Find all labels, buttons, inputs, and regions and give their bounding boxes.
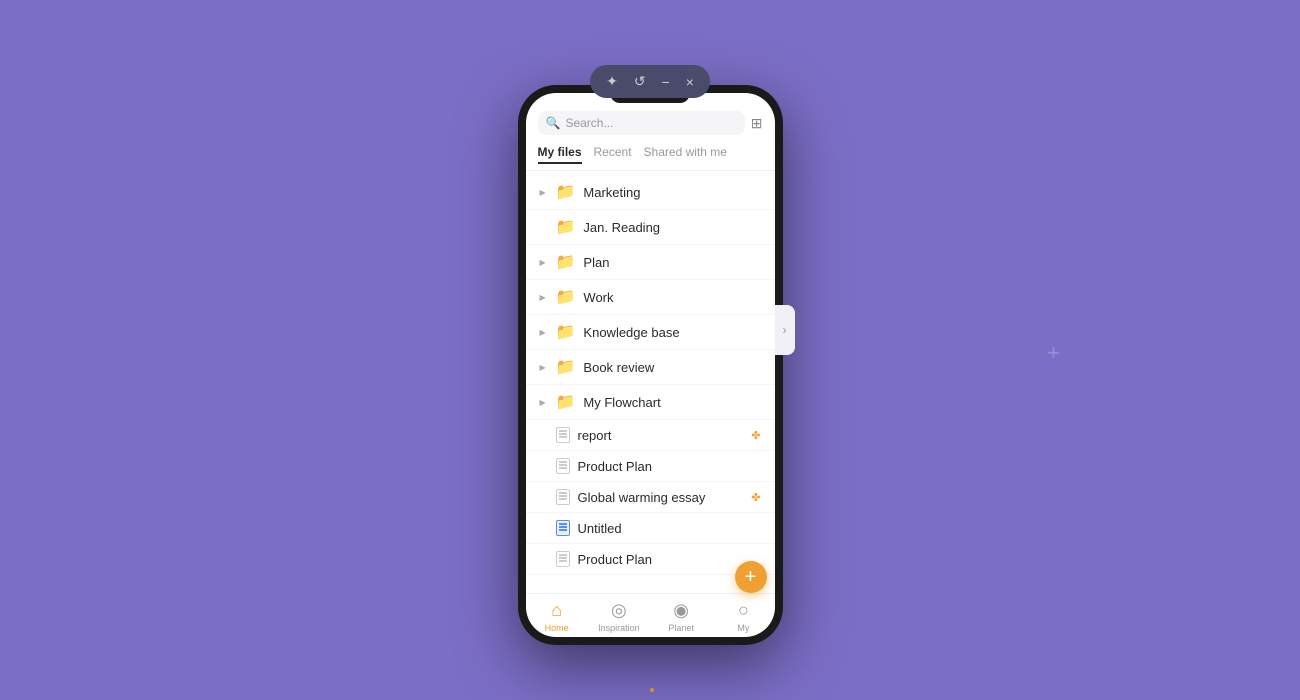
document-icon (556, 489, 570, 505)
list-item[interactable]: ▶ 📁 My Flowchart (526, 385, 775, 420)
nav-item-my[interactable]: ○ My (712, 600, 774, 633)
list-item[interactable]: Untitled (526, 513, 775, 544)
folder-icon: 📁 (556, 182, 576, 202)
file-name: Plan (583, 255, 760, 270)
minimize-icon[interactable]: − (662, 74, 670, 90)
history-icon[interactable]: ↺ (634, 73, 646, 90)
document-icon (556, 427, 570, 443)
home-icon: ⌂ (551, 600, 562, 621)
document-icon (556, 458, 570, 474)
list-item[interactable]: ▶ 📁 Marketing (526, 175, 775, 210)
chevron-icon: ▶ (540, 293, 548, 302)
file-name: My Flowchart (583, 395, 760, 410)
tab-recent[interactable]: Recent (594, 145, 632, 164)
inspiration-icon: ◎ (611, 600, 627, 621)
search-placeholder: Search... (565, 116, 613, 130)
phone-screen: 🔍 Search... ⊞ My files Recent Shared wit… (526, 93, 775, 637)
phone-frame: 🔍 Search... ⊞ My files Recent Shared wit… (518, 85, 783, 645)
side-handle[interactable]: › (775, 305, 795, 355)
sparkle-icon[interactable]: ✦ (606, 73, 618, 90)
grid-view-icon[interactable]: ⊞ (751, 115, 763, 132)
list-item[interactable]: 📁 Jan. Reading (526, 210, 775, 245)
share-icon: ✤ (751, 429, 760, 442)
window-controls-bar: ✦ ↺ − × (590, 65, 710, 98)
nav-label-inspiration: Inspiration (598, 623, 640, 633)
list-item[interactable]: ▶ 📁 Book review (526, 350, 775, 385)
chevron-icon: ▶ (540, 398, 548, 407)
file-name: Product Plan (578, 552, 761, 567)
plus-decoration-icon: + (1047, 340, 1060, 366)
orange-dot-decoration (650, 688, 654, 692)
folder-icon: 📁 (556, 392, 576, 412)
tab-my-files[interactable]: My files (538, 145, 582, 164)
file-name: Global warming essay (578, 490, 744, 505)
nav-label-my: My (737, 623, 749, 633)
list-item[interactable]: Global warming essay ✤ (526, 482, 775, 513)
chevron-icon: ▶ (540, 188, 548, 197)
chevron-icon: ▶ (540, 258, 548, 267)
file-list: ▶ 📁 Marketing 📁 Jan. Reading ▶ 📁 Plan ▶ … (526, 171, 775, 593)
close-icon[interactable]: × (686, 74, 694, 90)
bottom-navigation: ⌂ Home ◎ Inspiration ◉ Planet ○ My (526, 593, 775, 637)
list-item[interactable]: ▶ 📁 Work (526, 280, 775, 315)
nav-item-inspiration[interactable]: ◎ Inspiration (588, 600, 650, 633)
search-icon: 🔍 (546, 116, 561, 130)
planet-icon: ◉ (673, 600, 689, 621)
file-tabs: My files Recent Shared with me (526, 141, 775, 171)
file-name: Book review (583, 360, 760, 375)
file-name: Work (583, 290, 760, 305)
list-item[interactable]: ▶ 📁 Plan (526, 245, 775, 280)
tab-shared[interactable]: Shared with me (644, 145, 727, 164)
file-name: report (578, 428, 744, 443)
folder-icon: 📁 (556, 287, 576, 307)
file-name: Product Plan (578, 459, 761, 474)
folder-icon: 📁 (556, 217, 576, 237)
search-bar-container: 🔍 Search... ⊞ (526, 103, 775, 141)
chevron-icon: ▶ (540, 363, 548, 372)
list-item[interactable]: report ✤ (526, 420, 775, 451)
nav-label-home: Home (545, 623, 569, 633)
search-input[interactable]: 🔍 Search... (538, 111, 745, 135)
nav-item-home[interactable]: ⌂ Home (526, 600, 588, 633)
file-name: Marketing (583, 185, 760, 200)
file-name: Jan. Reading (583, 220, 760, 235)
folder-icon: 📁 (556, 322, 576, 342)
add-fab-button[interactable]: + (735, 561, 767, 593)
folder-icon: 📁 (556, 252, 576, 272)
share-icon: ✤ (751, 491, 760, 504)
nav-label-planet: Planet (668, 623, 694, 633)
document-icon-blue (556, 520, 570, 536)
list-item[interactable]: Product Plan (526, 451, 775, 482)
document-icon (556, 551, 570, 567)
folder-icon: 📁 (556, 357, 576, 377)
file-name: Untitled (578, 521, 761, 536)
list-item[interactable]: ▶ 📁 Knowledge base (526, 315, 775, 350)
file-name: Knowledge base (583, 325, 760, 340)
my-icon: ○ (738, 600, 749, 621)
nav-item-planet[interactable]: ◉ Planet (650, 600, 712, 633)
chevron-icon: ▶ (540, 328, 548, 337)
